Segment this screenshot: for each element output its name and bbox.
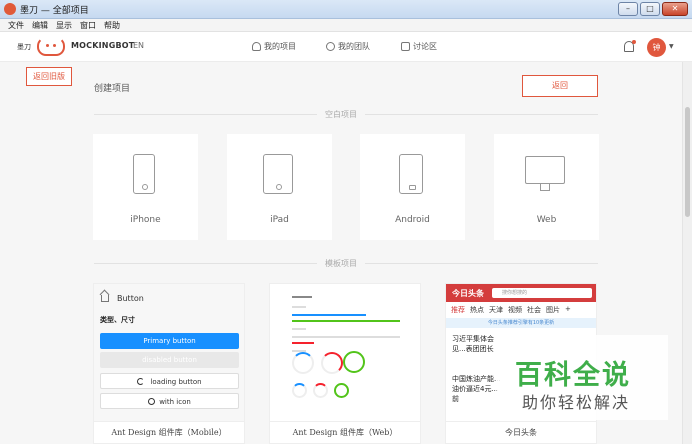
device-name: iPhone: [130, 215, 161, 225]
monitor-stand-icon: [540, 184, 550, 191]
t2-progress-red: [292, 342, 314, 344]
t2-progress-green: [292, 320, 400, 322]
device-name: Android: [395, 215, 430, 225]
avatar[interactable]: 钟: [647, 38, 666, 57]
ipad-icon: [263, 154, 293, 194]
nav-forum-label: 讨论区: [413, 42, 437, 51]
menu-bar: 文件 编辑 显示 窗口 帮助: [0, 19, 692, 32]
window-controls: – □ ✕: [618, 2, 688, 16]
t1-icon-button: with icon: [100, 393, 239, 409]
t2-line: [292, 306, 306, 308]
vertical-scrollbar[interactable]: [682, 62, 692, 444]
brand-name-cn: 墨刀: [17, 43, 31, 51]
device-card-ipad[interactable]: iPad: [227, 134, 332, 240]
t1-disabled-button: disabled button: [100, 352, 239, 368]
t2-line: [292, 328, 306, 330]
t3-tab: 视频: [508, 306, 522, 314]
monitor-icon: [525, 156, 565, 184]
device-card-android[interactable]: Android: [360, 134, 465, 240]
device-name: iPad: [270, 215, 289, 225]
t2-ring-small-red: [313, 383, 328, 398]
maximize-button[interactable]: □: [640, 2, 660, 16]
user-icon: [252, 42, 261, 51]
minimize-button[interactable]: –: [618, 2, 638, 16]
t1-loading-button: loading button: [100, 373, 239, 389]
template-section-label: 模板项目: [0, 258, 682, 269]
notification-dot: [632, 40, 636, 44]
nav-my-team-label: 我的团队: [338, 42, 370, 51]
brand-name-en: MOCKINGBOT: [71, 41, 135, 50]
menu-file[interactable]: 文件: [8, 19, 24, 31]
check-circle-icon: [148, 398, 156, 405]
nav-my-projects[interactable]: 我的项目: [252, 41, 296, 52]
t2-ring-small-blue: [292, 383, 307, 398]
menu-view[interactable]: 显示: [56, 19, 72, 31]
iphone-icon: [133, 154, 155, 194]
t3-search: 搜你想搜的: [492, 288, 592, 298]
template-caption: Ant Design 组件库（Web）: [270, 421, 420, 443]
mockingbot-logo-icon[interactable]: [37, 37, 65, 56]
t1-subtitle: 类型、尺寸: [100, 316, 135, 324]
watermark-subtitle: 助你轻松解决: [522, 393, 631, 412]
nav-my-projects-label: 我的项目: [264, 42, 296, 51]
t2-ring-small-green: [334, 383, 349, 398]
t2-ring-blue: [292, 352, 314, 374]
menu-window[interactable]: 窗口: [80, 19, 96, 31]
t3-topbar: 今日头条 搜你想搜的: [446, 284, 596, 302]
t3-logo: 今日头条: [452, 289, 484, 298]
chevron-down-icon[interactable]: ▼: [669, 43, 674, 50]
old-version-button[interactable]: 返回旧版: [26, 67, 72, 86]
t3-tab: +: [565, 305, 571, 313]
android-phone-icon: [399, 154, 423, 194]
loading-icon: [137, 378, 145, 385]
home-icon: [101, 295, 109, 302]
blank-section-text: 空白项目: [317, 110, 365, 119]
t3-tab: 天津: [489, 306, 503, 314]
t1-primary-button: Primary button: [100, 333, 239, 349]
t3-tab: 热点: [470, 306, 484, 314]
t3-tab: 推荐: [451, 306, 465, 314]
t3-update-tip: 今日头条推荐引擎有10条更新: [446, 318, 596, 328]
t1-header: Button: [101, 294, 144, 303]
t2-progress-blue: [292, 314, 366, 316]
t2-mini-title: [292, 296, 312, 298]
t3-tab: 社会: [527, 306, 541, 314]
template-card-antd-mobile[interactable]: Button 类型、尺寸 Primary button disabled but…: [93, 283, 245, 444]
template-caption: 今日头条: [446, 421, 596, 443]
t3-tab: 图片: [546, 306, 560, 314]
device-card-iphone[interactable]: iPhone: [93, 134, 198, 240]
blank-section-label: 空白项目: [0, 109, 682, 120]
menu-edit[interactable]: 编辑: [32, 19, 48, 31]
scrollbar-thumb[interactable]: [685, 107, 690, 217]
app-icon: [4, 3, 16, 15]
template-section-text: 模板项目: [317, 259, 365, 268]
language-switch[interactable]: EN: [133, 41, 144, 50]
window-title: 墨刀 — 全部项目: [20, 6, 89, 16]
team-icon: [326, 42, 335, 51]
device-name: Web: [536, 215, 557, 225]
back-button[interactable]: 返回: [522, 75, 598, 97]
watermark: 百科全说 助你轻松解决: [497, 335, 668, 420]
t2-progress-track: [292, 336, 400, 338]
template-card-antd-web[interactable]: Ant Design 组件库（Web）: [269, 283, 421, 444]
t3-tabs: 推荐 热点 天津 视频 社会 图片 +: [451, 305, 571, 315]
chat-icon: [401, 42, 410, 51]
t2-ring-red: [321, 352, 343, 374]
watermark-title: 百科全说: [515, 360, 631, 391]
nav-my-team[interactable]: 我的团队: [326, 41, 370, 52]
app-header: 墨刀 MOCKINGBOT EN 我的项目 我的团队 讨论区 钟 ▼: [0, 32, 692, 62]
create-project-title: 创建项目: [94, 84, 131, 94]
menu-help[interactable]: 帮助: [104, 19, 120, 31]
window-titlebar: 墨刀 — 全部项目 – □ ✕: [0, 0, 692, 19]
nav-forum[interactable]: 讨论区: [401, 41, 437, 52]
device-card-web[interactable]: Web: [494, 134, 599, 240]
t1-header-text: Button: [117, 294, 144, 303]
template-caption: Ant Design 组件库（Mobile）: [94, 421, 244, 443]
t1-icon-text: with icon: [159, 398, 191, 406]
t1-loading-text: loading button: [150, 378, 202, 386]
t2-ring-green: [343, 351, 365, 373]
close-button[interactable]: ✕: [662, 2, 688, 16]
